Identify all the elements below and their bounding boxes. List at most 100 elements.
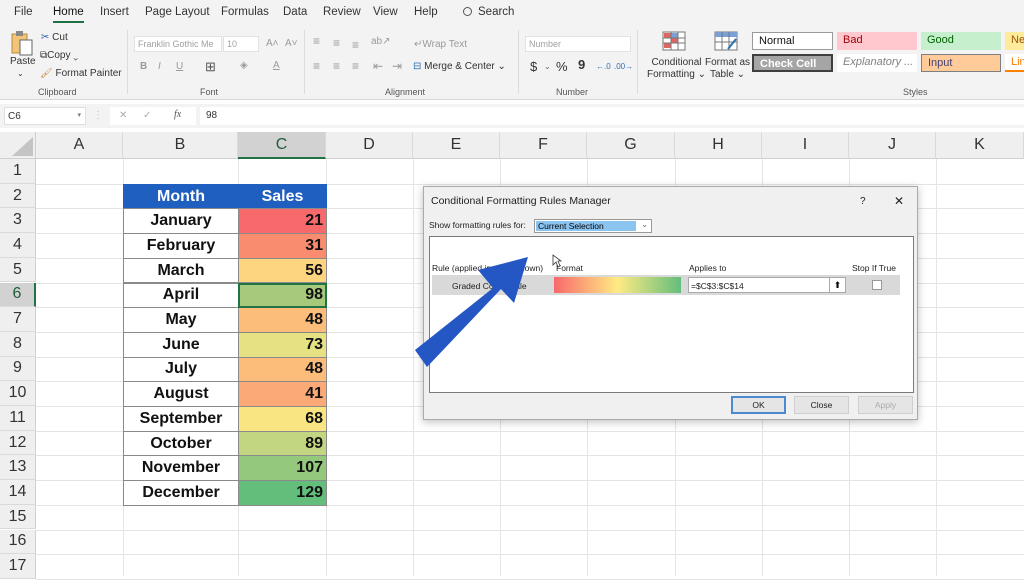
row-header-10[interactable]: 10	[0, 381, 36, 406]
style-bad[interactable]: Bad	[837, 32, 917, 50]
currency-dropdown-icon[interactable]: ⌄	[544, 62, 551, 71]
style-normal[interactable]: Normal	[752, 32, 833, 50]
currency-button[interactable]: $	[530, 59, 537, 74]
rule-row[interactable]: Graded Color Scale =$C$3:$C$14 ⬆	[432, 275, 900, 295]
column-header-i[interactable]: I	[762, 132, 849, 159]
style-neutral[interactable]: Ne	[1005, 32, 1024, 50]
row-header-11[interactable]: 11	[0, 406, 36, 431]
tab-review[interactable]: Review	[323, 6, 361, 18]
underline-button[interactable]: U	[176, 61, 183, 72]
conditional-formatting-icon[interactable]	[662, 30, 686, 52]
align-middle-icon[interactable]: ≡	[333, 36, 340, 50]
format-as-table-button[interactable]: Format as Table ⌄	[705, 57, 750, 81]
column-header-a[interactable]: A	[36, 132, 123, 159]
sales-cell[interactable]: 107	[238, 455, 327, 482]
font-color-icon[interactable]: A	[273, 60, 280, 71]
column-header-h[interactable]: H	[675, 132, 762, 159]
tab-home[interactable]: Home	[53, 6, 84, 23]
tab-help[interactable]: Help	[414, 6, 438, 18]
increase-indent-icon[interactable]: ⇥	[392, 59, 402, 73]
percent-button[interactable]: %	[556, 59, 568, 74]
increase-decimal-icon[interactable]: ←.0	[596, 62, 611, 71]
row-header-3[interactable]: 3	[0, 208, 36, 234]
row-header-7[interactable]: 7	[0, 307, 36, 332]
sales-cell[interactable]: 98	[238, 282, 327, 309]
merge-center-button[interactable]: ⊟ Merge & Center ⌄	[413, 61, 506, 72]
style-linked-cell[interactable]: Lin	[1005, 54, 1024, 72]
tab-formulas[interactable]: Formulas	[221, 6, 269, 18]
row-header-16[interactable]: 16	[0, 529, 36, 555]
style-check-cell[interactable]: Check Cell	[752, 54, 833, 72]
row-header-5[interactable]: 5	[0, 257, 36, 283]
sales-cell[interactable]: 73	[238, 331, 327, 358]
enter-icon[interactable]: ✓	[143, 110, 151, 121]
align-bottom-icon[interactable]: ≡	[352, 38, 359, 52]
formula-bar-grip[interactable]: ⋮	[93, 110, 103, 121]
rules-list[interactable]: Rule (applied in order shown) Format App…	[429, 236, 914, 393]
row-header-1[interactable]: 1	[0, 159, 36, 184]
close-icon[interactable]: ✕	[894, 194, 904, 208]
name-box-dropdown-icon[interactable]: ▾	[77, 111, 81, 119]
align-left-icon[interactable]: ≡	[313, 59, 320, 73]
sales-cell[interactable]: 129	[238, 480, 327, 506]
format-as-table-icon[interactable]	[714, 30, 738, 52]
range-select-icon[interactable]: ⬆	[829, 278, 845, 292]
bold-button[interactable]: B	[140, 61, 147, 72]
applies-to-input[interactable]: =$C$3:$C$14 ⬆	[688, 277, 846, 293]
row-header-4[interactable]: 4	[0, 233, 36, 258]
shrink-font-icon[interactable]: A˅	[285, 38, 298, 49]
month-cell[interactable]: December	[123, 480, 239, 506]
font-name-combo[interactable]: Franklin Gothic Me	[134, 36, 222, 52]
sales-cell[interactable]: 48	[238, 307, 327, 333]
orientation-icon[interactable]: ab↗	[371, 36, 391, 47]
cancel-icon[interactable]: ✕	[119, 110, 127, 121]
align-center-icon[interactable]: ≡	[333, 59, 340, 73]
paste-icon[interactable]	[10, 30, 34, 56]
style-input[interactable]: Input	[921, 54, 1001, 72]
decrease-indent-icon[interactable]: ⇤	[373, 59, 383, 73]
row-header-6[interactable]: 6	[0, 282, 36, 308]
copy-button[interactable]: ⧉Copy ⌄	[40, 50, 78, 61]
row-header-12[interactable]: 12	[0, 430, 36, 456]
formula-input[interactable]: 98	[200, 107, 1024, 125]
conditional-formatting-button[interactable]: Conditional Formatting ⌄	[647, 57, 706, 81]
sales-cell[interactable]: 56	[238, 257, 327, 284]
month-cell[interactable]: November	[123, 455, 239, 482]
sales-cell[interactable]: 41	[238, 381, 327, 407]
month-cell[interactable]: July	[123, 356, 239, 383]
column-header-j[interactable]: J	[849, 132, 936, 159]
style-good[interactable]: Good	[921, 32, 1001, 50]
tab-page-layout[interactable]: Page Layout	[145, 6, 210, 18]
align-right-icon[interactable]: ≡	[352, 59, 359, 73]
paste-dropdown-icon[interactable]: ⌄	[17, 69, 24, 78]
row-header-2[interactable]: 2	[0, 183, 36, 209]
show-rules-select[interactable]: Current Selection ⌄	[534, 219, 652, 233]
tab-view[interactable]: View	[373, 6, 398, 18]
row-header-8[interactable]: 8	[0, 331, 36, 357]
help-button[interactable]: ?	[860, 196, 866, 207]
select-all-button[interactable]	[0, 132, 36, 159]
column-header-k[interactable]: K	[936, 132, 1024, 159]
style-explanatory[interactable]: Explanatory ...	[837, 54, 917, 72]
month-cell[interactable]: May	[123, 307, 239, 333]
month-cell[interactable]: March	[123, 257, 239, 284]
name-box[interactable]: C6 ▾	[4, 107, 86, 125]
month-cell[interactable]: January	[123, 208, 239, 235]
tab-insert[interactable]: Insert	[100, 6, 129, 18]
cut-button[interactable]: ✂ Cut	[41, 32, 68, 43]
month-cell[interactable]: August	[123, 381, 239, 407]
row-header-13[interactable]: 13	[0, 455, 36, 481]
paste-button[interactable]: Paste	[10, 56, 36, 67]
month-cell[interactable]: September	[123, 406, 239, 432]
sales-cell[interactable]: 48	[238, 356, 327, 383]
insert-function-icon[interactable]: fx	[174, 109, 181, 120]
column-header-g[interactable]: G	[587, 132, 675, 159]
align-top-icon[interactable]: ≡	[313, 34, 320, 48]
row-header-14[interactable]: 14	[0, 480, 36, 505]
decrease-decimal-icon[interactable]: .00→	[614, 62, 633, 71]
row-header-17[interactable]: 17	[0, 554, 36, 579]
column-header-f[interactable]: F	[500, 132, 587, 159]
stop-if-true-checkbox[interactable]	[872, 280, 882, 290]
italic-button[interactable]: I	[158, 61, 161, 72]
table-header-sales[interactable]: Sales	[238, 183, 327, 210]
